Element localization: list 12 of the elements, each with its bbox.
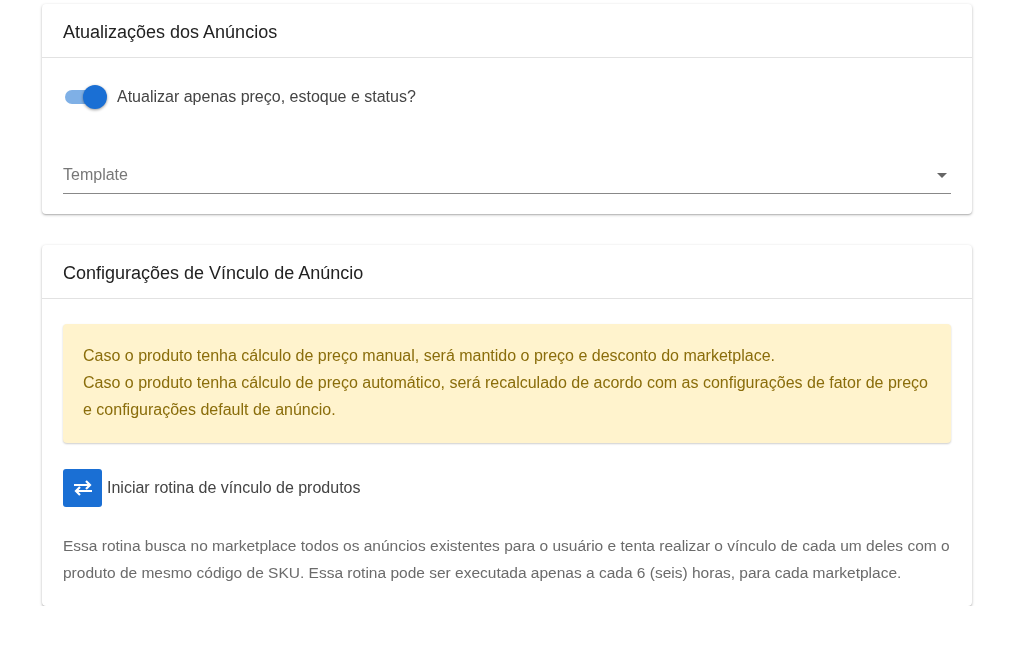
card-title: Atualizações dos Anúncios xyxy=(42,4,972,58)
template-select[interactable]: Template xyxy=(63,158,951,194)
caret-icon xyxy=(937,172,947,178)
swap-button[interactable] xyxy=(63,469,102,507)
description-text: Essa rotina busca no marketplace todos os anúncios existentes para o usuário e tenta realizar o vínculo de cada um deles com o produto de mesmo código de SKU. Essa rotina pode ser executada apenas a cada 6 (seis) horas, para cada marketplace. xyxy=(63,536,951,583)
alert-text: Caso o produto tenha cálculo de preço manual, será mantido o preço e desconto do marketplace. xyxy=(83,346,776,366)
action-label: Iniciar rotina de vínculo de produtos xyxy=(107,479,361,497)
card-title: Configurações de Vínculo de Anúncio xyxy=(42,245,972,299)
alert-text: Caso o produto tenha cálculo de preço automático, será recalculado de acordo com as configurações de fator de preço e configurações default de anúncio. xyxy=(83,373,929,420)
toggle-label: Atualizar apenas preço, estoque e status? xyxy=(117,88,416,106)
toggle-switch[interactable] xyxy=(63,84,107,110)
swap-arrows-icon xyxy=(72,480,93,496)
